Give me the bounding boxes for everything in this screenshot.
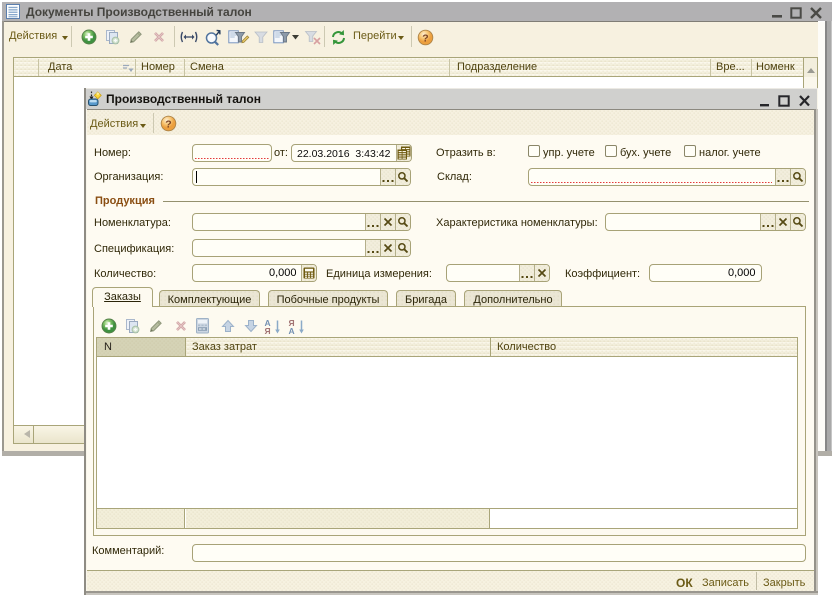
- svg-text:Я: Я: [265, 326, 271, 335]
- svg-text:?: ?: [165, 118, 171, 130]
- svg-text:А: А: [289, 326, 295, 335]
- svg-text:?: ?: [422, 32, 428, 44]
